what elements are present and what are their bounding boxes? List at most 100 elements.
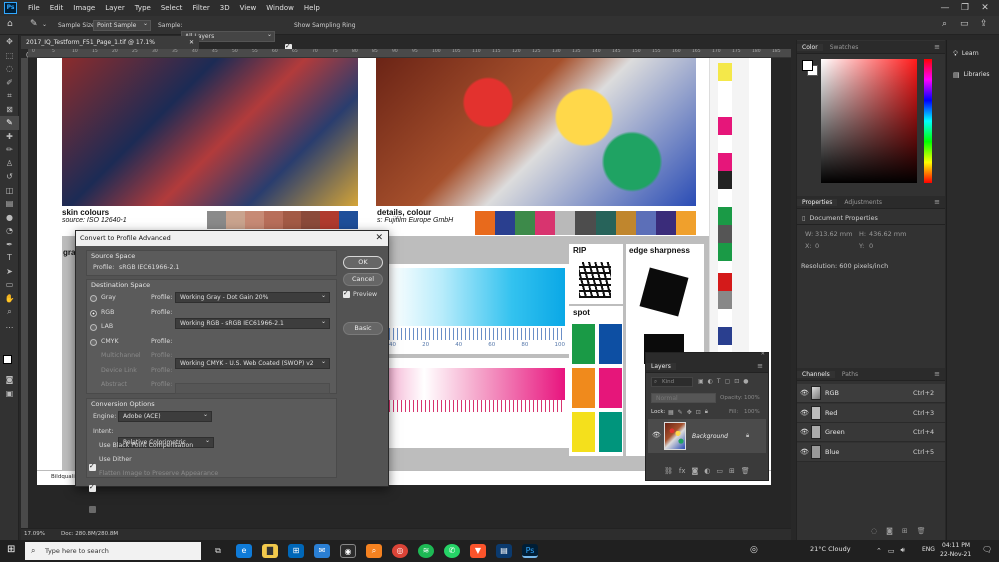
pen-tool-icon[interactable]: ✒	[0, 238, 19, 252]
app-icon-2[interactable]: ▤	[496, 544, 512, 558]
photoshop-taskbar-icon[interactable]: Ps	[522, 544, 538, 558]
new-group-icon[interactable]: ▭	[716, 467, 723, 475]
channel-visibility-eye-icon[interactable]: 👁︎	[800, 409, 809, 417]
tab-swatches[interactable]: Swatches	[825, 44, 864, 51]
menu-edit[interactable]: Edit	[45, 0, 69, 16]
black-point-checkbox[interactable]	[89, 462, 96, 471]
close-button[interactable]: ✕	[975, 0, 995, 16]
edge-browser-icon[interactable]: e	[236, 544, 252, 558]
width-value[interactable]: 313.62 mm	[815, 230, 852, 238]
notification-icon[interactable]: 🗨︎	[982, 545, 992, 554]
layer-row-background[interactable]: 👁︎ Background 🔒︎	[648, 419, 766, 453]
cancel-button[interactable]: Cancel	[343, 273, 383, 286]
layers-menu-icon[interactable]: ≡	[757, 360, 763, 373]
load-selection-icon[interactable]: ◌	[871, 527, 877, 535]
dest-profile-select-rgb[interactable]: Working RGB - sRGB IEC61966-2.1	[175, 317, 330, 329]
move-tool-icon[interactable]: ✥	[0, 35, 19, 49]
x-value[interactable]: 0	[815, 242, 819, 250]
channel-visibility-eye-icon[interactable]: 👁︎	[800, 448, 809, 456]
color-panel-menu-icon[interactable]: ≡	[934, 41, 940, 54]
layer-fx-icon[interactable]: fx	[679, 467, 686, 475]
dialog-close-icon[interactable]: ✕	[375, 231, 383, 246]
hue-slider[interactable]	[924, 59, 932, 183]
lock-paint-icon[interactable]: ✎	[678, 409, 683, 416]
minimize-button[interactable]: —	[935, 0, 955, 16]
app-icon-1[interactable]: ◉	[340, 544, 356, 558]
engine-select[interactable]: Adobe (ACE)	[118, 410, 212, 422]
clock-time[interactable]: 04:11 PM	[942, 542, 970, 549]
file-explorer-icon[interactable]: ▇	[262, 544, 278, 558]
clone-stamp-tool-icon[interactable]: ♙	[0, 157, 19, 171]
lock-transparent-icon[interactable]: ▦	[668, 409, 674, 416]
network-icon[interactable]: ▭	[888, 547, 895, 555]
menu-window[interactable]: Window	[261, 0, 299, 16]
whatsapp-icon[interactable]: ✆	[444, 544, 460, 558]
volume-icon[interactable]: 🔊︎	[901, 546, 905, 555]
history-brush-tool-icon[interactable]: ↺	[0, 170, 19, 184]
tab-paths[interactable]: Paths	[837, 371, 863, 378]
eyedropper-tool-icon[interactable]: ✎	[0, 116, 19, 130]
tab-channels[interactable]: Channels	[797, 371, 835, 378]
path-select-tool-icon[interactable]: ➤	[0, 265, 19, 279]
channel-row[interactable]: 👁︎ Green Ctrl+4	[797, 423, 945, 442]
y-value[interactable]: 0	[869, 242, 873, 250]
menu-help[interactable]: Help	[299, 0, 325, 16]
tab-properties[interactable]: Properties	[797, 199, 838, 206]
gradient-tool-icon[interactable]: ▤	[0, 197, 19, 211]
adjustment-layer-icon[interactable]: ◐	[704, 467, 710, 475]
new-layer-icon[interactable]: ⊞	[729, 467, 735, 475]
task-view-icon[interactable]: ⧉	[210, 544, 226, 558]
dodge-tool-icon[interactable]: ◔	[0, 224, 19, 238]
eraser-tool-icon[interactable]: ◫	[0, 184, 19, 198]
chrome-icon[interactable]: ◎	[392, 544, 408, 558]
delete-channel-icon[interactable]: 🗑︎	[917, 527, 926, 535]
filter-smart-icon[interactable]: ⊡	[734, 378, 739, 385]
channel-row[interactable]: 👁︎ Red Ctrl+3	[797, 403, 945, 423]
dest-profile-select-gray[interactable]: Working Gray - Dot Gain 20%	[175, 291, 330, 303]
filter-pixel-icon[interactable]: ▣	[698, 378, 704, 385]
layers-panel-close-icon[interactable]: ✕	[761, 351, 765, 357]
rectangle-tool-icon[interactable]: ▭	[0, 278, 19, 292]
fill-value[interactable]: 100%	[744, 409, 760, 415]
screen-mode-icon[interactable]: ▣	[0, 387, 19, 401]
ok-button[interactable]: OK	[343, 256, 383, 269]
brave-icon[interactable]: ▼	[470, 544, 486, 558]
chrome-tray-icon[interactable]: ◎	[750, 545, 758, 555]
tray-expand-icon[interactable]: ⌃	[876, 547, 882, 555]
home-icon[interactable]: ⌂	[7, 19, 13, 29]
eyedropper-icon[interactable]: ✎	[30, 19, 38, 29]
radio-lab[interactable]	[90, 324, 97, 331]
learn-button[interactable]: 💡︎ Learn	[947, 45, 999, 63]
tab-adjustments[interactable]: Adjustments	[839, 199, 887, 206]
menu-file[interactable]: File	[23, 0, 45, 16]
tab-layers[interactable]: Layers	[646, 363, 676, 370]
filter-type-icon[interactable]: T	[717, 378, 721, 385]
radio-rgb[interactable]	[90, 309, 97, 317]
marquee-tool-icon[interactable]: ⬚	[0, 49, 19, 63]
search-icon[interactable]: ⌕	[942, 19, 947, 29]
channel-visibility-eye-icon[interactable]: 👁︎	[800, 389, 809, 397]
blur-tool-icon[interactable]: ●	[0, 211, 19, 225]
clock-date[interactable]: 22-Nov-21	[940, 551, 971, 558]
menu-image[interactable]: Image	[68, 0, 100, 16]
more-tools-icon[interactable]: …	[0, 319, 19, 333]
delete-layer-icon[interactable]: 🗑︎	[741, 467, 750, 475]
layers-panel-header[interactable]: ✕	[646, 351, 768, 360]
store-icon[interactable]: ⊞	[288, 544, 304, 558]
menu-type[interactable]: Type	[130, 0, 156, 16]
properties-menu-icon[interactable]: ≡	[934, 196, 940, 209]
language-indicator[interactable]: ENG	[922, 546, 935, 553]
healing-brush-tool-icon[interactable]: ✚	[0, 130, 19, 144]
hand-tool-icon[interactable]: ✋	[0, 292, 19, 306]
filter-shape-icon[interactable]: ▢	[725, 378, 731, 385]
save-selection-icon[interactable]: ◙	[886, 527, 893, 535]
menu-select[interactable]: Select	[156, 0, 188, 16]
opacity-value[interactable]: 100%	[744, 395, 760, 401]
lock-position-icon[interactable]: ✥	[687, 409, 692, 416]
radio-gray[interactable]	[90, 295, 97, 302]
windows-start-icon[interactable]: ⊞	[7, 544, 15, 555]
document-tab[interactable]: 2017_IQ_Testform_F51_Page_1.tif @ 17.1% …	[21, 36, 199, 59]
channel-row[interactable]: 👁︎ RGB Ctrl+2	[797, 384, 945, 403]
zoom-level[interactable]: 17.09%	[24, 529, 45, 540]
lock-all-icon[interactable]: 🔒︎	[705, 408, 708, 416]
